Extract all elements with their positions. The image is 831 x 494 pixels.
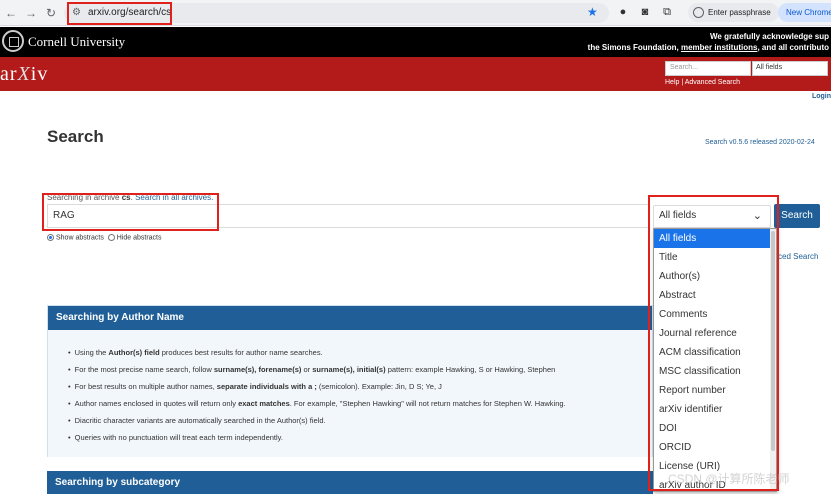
reload-icon[interactable]: ↻ xyxy=(44,6,58,20)
page-title: Search xyxy=(47,127,104,146)
passphrase-label: Enter passphrase xyxy=(708,8,771,17)
show-abstracts-radio[interactable] xyxy=(47,234,54,241)
ack-line-1: We gratefully acknowledge sup xyxy=(710,32,829,41)
help-advanced-links[interactable]: Help | Advanced Search xyxy=(665,79,740,86)
passphrase-button[interactable]: Enter passphrase xyxy=(688,3,779,22)
list-item: For the most precise name search, follow… xyxy=(68,365,566,382)
list-item: Queries with no punctuation will treat e… xyxy=(68,433,566,450)
author-help-heading: Searching by Author Name xyxy=(48,306,652,330)
cornell-name[interactable]: Cornell University xyxy=(28,34,125,50)
camera-icon[interactable]: ◙ xyxy=(638,5,652,19)
list-item: Author names enclosed in quotes will ret… xyxy=(68,399,566,416)
list-item: Diacritic character variants are automat… xyxy=(68,416,566,433)
login-link[interactable]: Login xyxy=(812,93,831,100)
puzzle-icon[interactable]: ⧉ xyxy=(660,5,674,19)
header-search-input[interactable]: Search... xyxy=(665,61,751,76)
cornell-header: Cornell University We gratefully acknowl… xyxy=(0,27,831,57)
back-icon[interactable]: ← xyxy=(4,6,18,20)
header-field-select[interactable]: All fields xyxy=(752,61,828,76)
arxiv-logo[interactable]: arXiv xyxy=(0,63,48,86)
annotation-box-url xyxy=(67,2,172,25)
author-search-help: Searching by Author Name Using the Autho… xyxy=(47,305,653,457)
member-institutions-link[interactable]: member institutions xyxy=(681,43,757,52)
annotation-box-dropdown xyxy=(648,195,779,491)
advanced-search-link[interactable]: ced Search xyxy=(778,252,818,261)
abstract-options: Show abstracts Hide abstracts xyxy=(47,234,162,241)
author-tips-list: Using the Author(s) field produces best … xyxy=(68,348,566,450)
cornell-seal-icon[interactable] xyxy=(2,30,24,52)
search-button[interactable]: Search xyxy=(774,204,820,228)
list-item: Using the Author(s) field produces best … xyxy=(68,348,566,365)
version-link[interactable]: Search v0.5.6 released 2020-02-24 xyxy=(705,139,815,146)
passphrase-icon xyxy=(693,7,704,18)
forward-icon[interactable]: → xyxy=(24,6,38,20)
annotation-box-query xyxy=(42,193,219,231)
subcategory-help-heading: Searching by subcategory xyxy=(47,471,653,494)
extension-icon[interactable]: ● xyxy=(616,5,630,19)
new-chrome-button[interactable]: New Chrome xyxy=(778,3,831,22)
list-item: For best results on multiple author name… xyxy=(68,382,566,399)
watermark: CSDN @计算所陈老师 xyxy=(668,472,790,486)
ack-line-2: the Simons Foundation, member institutio… xyxy=(587,43,829,52)
bookmark-star-icon[interactable]: ★ xyxy=(587,5,598,19)
arxiv-header: arXiv Search... All fields Help | Advanc… xyxy=(0,57,831,91)
acknowledgement: We gratefully acknowledge sup the Simons… xyxy=(588,31,829,53)
hide-abstracts-radio[interactable] xyxy=(107,234,115,241)
